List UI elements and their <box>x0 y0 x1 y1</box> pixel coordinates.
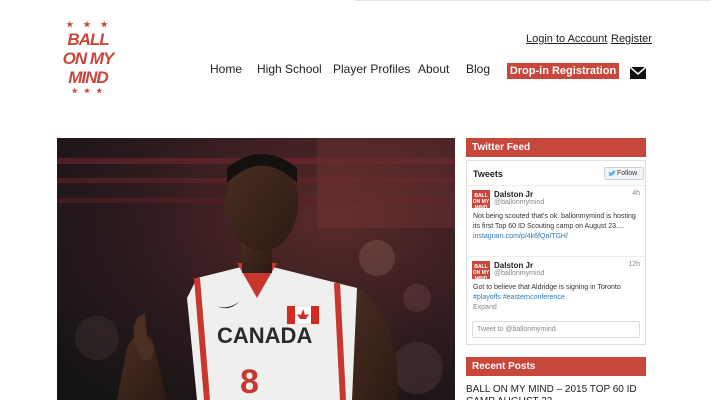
tweet-author-handle[interactable]: @ballonmymind <box>494 270 544 277</box>
jersey-text: CANADA <box>217 323 312 348</box>
header-top-border <box>355 0 711 1</box>
tweet-text: Got to believe that Aldridge is signing … <box>473 283 639 303</box>
hero-player-photo: CANADA 8 <box>57 138 455 400</box>
envelope-icon[interactable] <box>629 66 647 84</box>
nav-player-profiles[interactable]: Player Profiles <box>333 62 410 76</box>
nav-blog[interactable]: Blog <box>466 62 490 76</box>
tweet-author-name[interactable]: Dalston Jr <box>494 190 533 199</box>
tweets-label: Tweets <box>473 169 503 179</box>
logo-stars-top: ★★★ <box>66 20 118 29</box>
tweet-author-handle[interactable]: @ballonmymind <box>494 199 544 206</box>
tweet-time[interactable]: 12h <box>628 261 640 268</box>
twitter-feed-heading: Twitter Feed <box>466 138 646 157</box>
twitter-widget: Tweets Follow BALL ON MY MIND Dalston Jr… <box>466 160 646 345</box>
tweet-author-name[interactable]: Dalston Jr <box>494 261 533 270</box>
tweet-link[interactable]: instagram.com/p/4k6fQaITGH/ <box>473 233 568 240</box>
tweet-text: Not being scouted that's ok. ballonmymin… <box>473 212 639 242</box>
recent-posts-heading: Recent Posts <box>466 357 646 376</box>
tweet-item[interactable]: BALL ON MY MIND Dalston Jr @ballonmymind… <box>467 257 645 315</box>
tweet-expand-link[interactable]: Expand <box>473 304 497 311</box>
register-link[interactable]: Register <box>611 33 652 45</box>
follow-label: Follow <box>617 170 638 177</box>
logo-word-onmy: ON MY <box>62 49 115 68</box>
nav-about[interactable]: About <box>418 62 449 76</box>
recent-post-link[interactable]: BALL ON MY MIND – 2015 TOP 60 ID CAMP AU… <box>466 384 646 400</box>
nav-home[interactable]: Home <box>210 62 242 76</box>
tweet-body: Got to believe that Aldridge is signing … <box>473 284 621 291</box>
avatar[interactable]: BALL ON MY MIND <box>472 190 490 211</box>
twitter-bird-icon <box>608 170 616 181</box>
logo-stars-bottom: ★★★ <box>71 88 109 95</box>
site-logo[interactable]: ★★★ BALL ON MY MIND ★★★ <box>57 20 119 120</box>
tweet-body: Not being scouted that's ok. ballonmymin… <box>473 213 636 230</box>
tweet-to-input[interactable]: Tweet to @ballonmymind <box>472 321 640 338</box>
avatar[interactable]: BALL ON MY MIND <box>472 261 490 282</box>
follow-button[interactable]: Follow <box>604 167 644 180</box>
login-link[interactable]: Login to Account <box>526 33 607 45</box>
tweet-hashtags[interactable]: #playoffs #easternconference <box>473 294 565 301</box>
logo-word-ball: BALL <box>67 30 109 49</box>
nav-high-school[interactable]: High School <box>257 62 322 76</box>
drop-in-registration-button[interactable]: Drop-in Registration <box>507 63 619 79</box>
jersey-number: 8 <box>240 363 259 400</box>
logo-word-mind: MIND <box>68 68 108 87</box>
tweet-item[interactable]: BALL ON MY MIND Dalston Jr @ballonmymind… <box>467 186 645 256</box>
tweet-time[interactable]: 4h <box>632 190 640 197</box>
